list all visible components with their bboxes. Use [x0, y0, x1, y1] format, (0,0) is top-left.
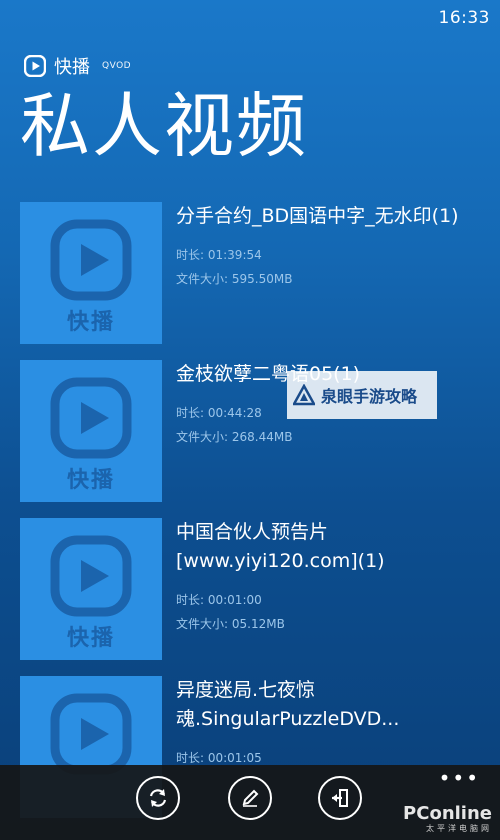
qvod-logo-icon — [24, 55, 46, 77]
refresh-icon — [149, 789, 167, 807]
thumb-label: 快播 — [66, 468, 115, 493]
video-info: 中国合伙人预告片[www.yiyi120.com](1) 时长: 00:01:0… — [176, 518, 480, 632]
video-size: 文件大小: 05.12MB — [176, 617, 285, 631]
exit-button[interactable] — [318, 776, 362, 820]
exit-icon — [332, 789, 348, 807]
video-thumbnail[interactable]: 快播 — [20, 202, 162, 344]
clock: 16:33 — [438, 8, 490, 28]
app-bar: ••• PConline 太平洋电脑网 — [0, 765, 500, 840]
app-brand: 快播 QVOD — [24, 54, 131, 78]
video-title[interactable]: 中国合伙人预告片[www.yiyi120.com](1) — [176, 518, 480, 576]
video-title[interactable]: 分手合约_BD国语中字_无水印(1) — [176, 202, 480, 231]
triangle-logo-icon — [293, 384, 315, 406]
video-thumbnail[interactable]: 快播 — [20, 518, 162, 660]
pconline-brand: PConline — [403, 803, 492, 824]
video-info: 异度迷局.七夜惊魂.SingularPuzzleDVD... 时长: 00:01… — [176, 676, 480, 766]
app-name: 快播 — [54, 57, 90, 78]
watermark-text: 泉眼手游攻略 — [321, 387, 418, 406]
video-thumbnail[interactable]: 快播 — [20, 360, 162, 502]
video-duration: 时长: 00:01:05 — [176, 751, 262, 765]
status-bar: 16:33 — [0, 0, 500, 34]
refresh-button[interactable] — [136, 776, 180, 820]
video-size: 文件大小: 268.44MB — [176, 430, 293, 444]
page-title: 私人视频 — [20, 85, 308, 167]
qvod-play-icon — [50, 219, 132, 301]
thumb-label: 快播 — [66, 310, 115, 335]
pconline-watermark: PConline 太平洋电脑网 — [403, 805, 492, 835]
more-button[interactable]: ••• — [439, 768, 480, 788]
video-duration: 时长: 00:01:00 — [176, 593, 262, 607]
watermark: 泉眼手游攻略 — [287, 371, 437, 419]
video-title[interactable]: 异度迷局.七夜惊魂.SingularPuzzleDVD... — [176, 676, 480, 734]
video-item[interactable]: 快播 分手合约_BD国语中字_无水印(1) 时长: 01:39:54 文件大小:… — [20, 202, 480, 360]
edit-button[interactable] — [228, 776, 272, 820]
video-size: 文件大小: 595.50MB — [176, 272, 293, 286]
video-duration: 时长: 01:39:54 — [176, 248, 262, 262]
video-list: 快播 分手合约_BD国语中字_无水印(1) 时长: 01:39:54 文件大小:… — [20, 202, 480, 834]
video-info: 分手合约_BD国语中字_无水印(1) 时长: 01:39:54 文件大小: 59… — [176, 202, 480, 287]
app-sub: QVOD — [102, 61, 132, 71]
pconline-sub: 太平洋电脑网 — [426, 824, 492, 833]
qvod-play-icon — [50, 377, 132, 459]
pencil-icon — [242, 789, 259, 807]
thumb-label: 快播 — [66, 626, 115, 651]
qvod-play-icon — [50, 535, 132, 617]
video-item[interactable]: 快播 中国合伙人预告片[www.yiyi120.com](1) 时长: 00:0… — [20, 518, 480, 676]
qvod-play-icon — [50, 693, 132, 775]
